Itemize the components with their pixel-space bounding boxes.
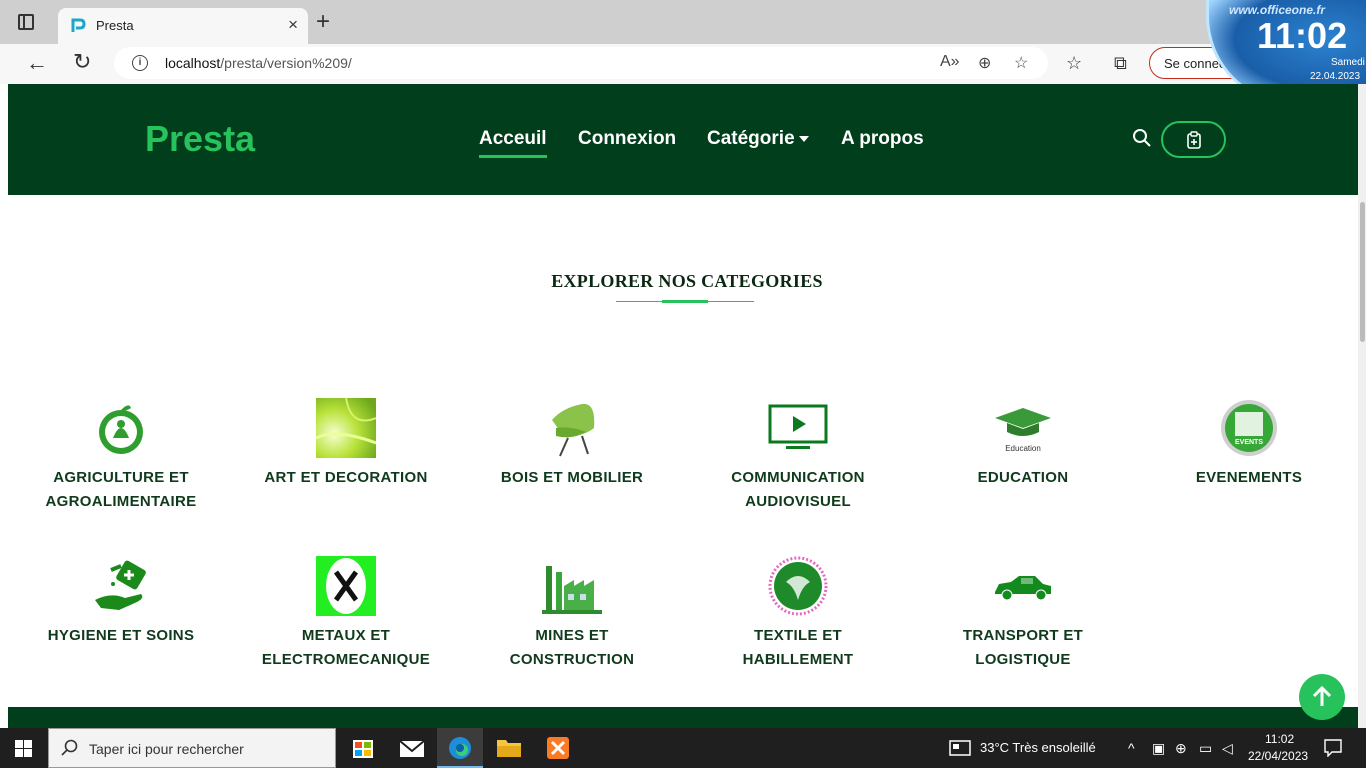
network-globe-icon[interactable]: ⊕ bbox=[1175, 740, 1187, 757]
battery-icon[interactable]: ▭ bbox=[1199, 740, 1212, 757]
tab-actions-icon[interactable] bbox=[18, 14, 34, 30]
svg-text:Education: Education bbox=[1005, 444, 1041, 453]
back-arrow-icon[interactable]: ← bbox=[26, 52, 48, 74]
presta-favicon-icon bbox=[71, 18, 86, 32]
category-hygiene[interactable]: HYGIENE ET SOINS bbox=[16, 556, 226, 648]
taskbar-time[interactable]: 11:02 bbox=[1265, 732, 1294, 746]
section-title: EXPLORER NOS CATEGORIES bbox=[551, 271, 823, 291]
category-label: BOIS ET MOBILIER bbox=[500, 469, 644, 486]
category-evenements[interactable]: EVENTS EVENEMENTS bbox=[1144, 398, 1354, 490]
clock-day: Samedi bbox=[1331, 57, 1365, 68]
category-mines[interactable]: MINES ET CONSTRUCTION bbox=[467, 556, 677, 672]
mail-app-icon[interactable] bbox=[389, 728, 435, 768]
category-textile[interactable]: TEXTILE ET HABILLEMENT bbox=[693, 556, 903, 672]
chair-icon bbox=[552, 403, 595, 457]
category-label: TRANSPORT ET LOGISTIQUE bbox=[962, 627, 1084, 668]
nav-home[interactable]: Acceuil bbox=[479, 128, 547, 158]
monitor-play-icon bbox=[768, 404, 828, 449]
nav-category-dropdown[interactable]: Catégorie bbox=[707, 128, 809, 150]
clock-date: 22.04.2023 bbox=[1310, 71, 1361, 82]
notification-icon[interactable] bbox=[1324, 739, 1342, 757]
title-divider-accent bbox=[662, 300, 708, 303]
category-agriculture[interactable]: AGRICULTURE ET AGROALIMENTAIRE bbox=[16, 398, 226, 514]
device-icon[interactable]: ▣ bbox=[1152, 740, 1165, 757]
clock-time: 11:02 bbox=[1257, 15, 1348, 56]
back-to-top-button[interactable] bbox=[1299, 674, 1345, 720]
xampp-app-icon[interactable] bbox=[535, 728, 581, 768]
store-app-icon[interactable] bbox=[340, 728, 386, 768]
category-education[interactable]: Education EDUCATION bbox=[918, 398, 1128, 490]
nav-about[interactable]: A propos bbox=[841, 128, 924, 150]
clipboard-icon bbox=[1187, 131, 1201, 149]
file-explorer-icon[interactable] bbox=[486, 728, 532, 768]
category-metaux[interactable]: METAUX ET ELECTROMECANIQUE bbox=[241, 556, 451, 672]
graduation-cap-icon: Education bbox=[995, 408, 1051, 453]
search-icon[interactable] bbox=[1132, 128, 1152, 148]
category-label: ART ET DECORATION bbox=[264, 469, 428, 486]
reload-icon[interactable]: ↻ bbox=[73, 51, 91, 73]
art-decoration-icon bbox=[316, 398, 376, 458]
nav-login[interactable]: Connexion bbox=[578, 128, 676, 150]
factory-icon bbox=[542, 566, 602, 614]
category-art-decoration[interactable]: ART ET DECORATION bbox=[241, 398, 451, 490]
svg-text:EVENTS: EVENTS bbox=[1235, 439, 1263, 446]
scrollbar-thumb[interactable] bbox=[1360, 202, 1365, 342]
category-bois-mobilier[interactable]: BOIS ET MOBILIER bbox=[467, 398, 677, 490]
category-label: AGRICULTURE ET AGROALIMENTAIRE bbox=[45, 469, 197, 510]
category-label: MINES ET CONSTRUCTION bbox=[509, 627, 635, 668]
category-communication[interactable]: COMMUNICATION AUDIOVISUEL bbox=[693, 398, 903, 514]
edge-app-icon[interactable] bbox=[437, 728, 483, 768]
read-aloud-icon[interactable]: A» bbox=[940, 53, 960, 71]
taskbar: Taper ici pour rechercher 33°C Très enso… bbox=[0, 728, 1366, 768]
browser-tab[interactable]: Presta × bbox=[58, 8, 308, 44]
favorite-add-icon[interactable]: ☆ bbox=[1014, 53, 1028, 73]
hygiene-icon bbox=[95, 560, 146, 610]
page-viewport: Presta Acceuil Connexion Catégorie A pro… bbox=[8, 84, 1366, 728]
category-label: METAUX ET ELECTROMECANIQUE bbox=[261, 627, 431, 668]
windows-start-icon[interactable] bbox=[15, 740, 32, 757]
site-logo[interactable]: Presta bbox=[145, 118, 255, 160]
news-widget-icon[interactable] bbox=[949, 740, 971, 756]
chevron-down-icon bbox=[798, 135, 809, 142]
weather-text[interactable]: 33°C Très ensoleillé bbox=[980, 740, 1096, 755]
textile-icon bbox=[768, 556, 828, 616]
tab-close-icon[interactable]: × bbox=[288, 15, 298, 35]
car-icon bbox=[995, 576, 1051, 601]
taskbar-search[interactable]: Taper ici pour rechercher bbox=[48, 728, 336, 768]
collections-icon[interactable]: ⧉ bbox=[1114, 53, 1127, 74]
address-bar[interactable]: i localhost/presta/version%209/ A» ⊕ ☆ bbox=[114, 47, 1048, 79]
new-tab-button[interactable]: + bbox=[316, 10, 330, 34]
category-label: COMMUNICATION AUDIOVISUEL bbox=[731, 469, 865, 510]
chevron-up-icon[interactable]: ^ bbox=[1128, 740, 1135, 756]
cart-button[interactable] bbox=[1161, 121, 1226, 158]
category-label: EDUCATION bbox=[977, 469, 1069, 486]
volume-icon[interactable]: ◁ bbox=[1222, 740, 1233, 757]
browser-toolbar: ← ↻ i localhost/presta/version%209/ A» ⊕… bbox=[0, 44, 1366, 84]
url-text[interactable]: localhost/presta/version%209/ bbox=[165, 55, 352, 71]
site-footer bbox=[8, 707, 1366, 728]
category-label: TEXTILE ET HABILLEMENT bbox=[742, 627, 854, 668]
tab-title: Presta bbox=[96, 18, 134, 33]
category-label: EVENEMENTS bbox=[1195, 469, 1303, 486]
favorites-icon[interactable]: ☆ bbox=[1066, 53, 1082, 74]
site-info-icon[interactable]: i bbox=[132, 55, 148, 71]
arrow-up-icon bbox=[1312, 685, 1332, 706]
page-scrollbar[interactable] bbox=[1358, 84, 1366, 728]
category-transport[interactable]: TRANSPORT ET LOGISTIQUE bbox=[918, 556, 1128, 672]
taskbar-date[interactable]: 22/04/2023 bbox=[1248, 749, 1308, 763]
search-icon bbox=[61, 739, 78, 756]
site-header: Presta Acceuil Connexion Catégorie A pro… bbox=[8, 84, 1366, 195]
events-icon: EVENTS bbox=[1221, 400, 1277, 456]
category-label: HYGIENE ET SOINS bbox=[47, 627, 195, 644]
zoom-icon[interactable]: ⊕ bbox=[978, 53, 991, 73]
agriculture-icon bbox=[99, 405, 143, 454]
tools-icon bbox=[316, 556, 376, 616]
browser-tab-bar: Presta × + bbox=[0, 0, 1366, 44]
